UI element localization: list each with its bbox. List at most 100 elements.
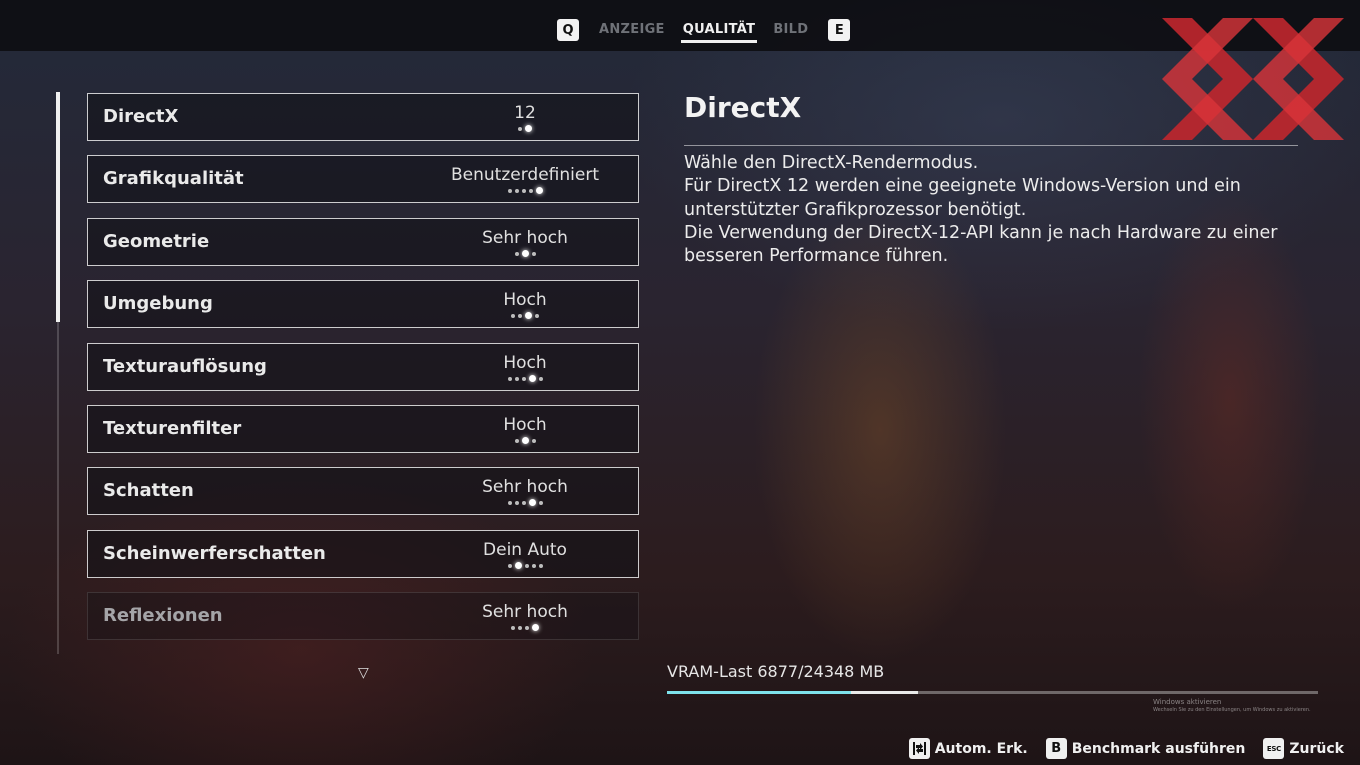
- setting-label: Schatten: [103, 480, 194, 501]
- option-indicator: [375, 250, 675, 257]
- setting-label: Geometrie: [103, 231, 210, 252]
- setting-value[interactable]: Sehr hoch: [375, 477, 675, 497]
- setting-row[interactable]: Geometrie Sehr hoch: [87, 218, 639, 266]
- tab-qualitaet[interactable]: QUALITÄT: [680, 22, 757, 43]
- watermark-title: Windows aktivieren: [1153, 698, 1222, 706]
- tab-anzeige[interactable]: ANZEIGE: [599, 22, 665, 43]
- vram-label: VRAM-Last 6877/24348 MB: [667, 662, 885, 681]
- option-dot-selected: [521, 250, 529, 257]
- vram-usage-fill: [667, 691, 851, 694]
- setting-row[interactable]: Scheinwerferschatten Dein Auto: [87, 530, 639, 578]
- setting-row[interactable]: Schatten Sehr hoch: [87, 467, 639, 515]
- option-dot: [531, 563, 536, 568]
- option-dot: [518, 126, 522, 131]
- option-dot: [514, 188, 519, 193]
- watermark-subtitle: Wechseln Sie zu den Einstellungen, um Wi…: [1153, 707, 1311, 713]
- setting-value[interactable]: Hoch: [375, 353, 675, 373]
- option-dot: [514, 500, 519, 505]
- option-dot-selected: [525, 125, 532, 132]
- setting-row[interactable]: Umgebung Hoch: [87, 280, 639, 328]
- settings-scrollbar-thumb[interactable]: [56, 92, 60, 322]
- next-tab-key[interactable]: E: [828, 19, 851, 41]
- setting-row[interactable]: Grafikqualität Benutzerdefiniert: [87, 155, 639, 203]
- option-dot: [528, 188, 533, 193]
- option-dot-selected: [535, 187, 543, 194]
- setting-value[interactable]: Hoch: [375, 290, 675, 310]
- description-line: unterstützter Grafikprozessor benötigt.: [684, 199, 1027, 220]
- option-dot: [514, 438, 519, 443]
- option-dot: [514, 376, 519, 381]
- setting-row[interactable]: Texturauflösung Hoch: [87, 343, 639, 391]
- setting-value[interactable]: Hoch: [375, 415, 675, 435]
- option-dot: [521, 188, 526, 193]
- option-indicator: [375, 437, 675, 444]
- description-line: Wähle den DirectX-Rendermodus.: [684, 153, 979, 173]
- setting-value[interactable]: 12: [375, 103, 675, 123]
- option-dot: [518, 625, 522, 630]
- option-dot: [524, 563, 529, 568]
- option-indicator: [375, 499, 675, 506]
- option-dot: [538, 500, 543, 505]
- back-button[interactable]: ESC Zurück: [1263, 738, 1344, 759]
- option-dot-selected: [528, 375, 536, 382]
- b-key-icon: B: [1045, 738, 1067, 759]
- prev-tab-key[interactable]: Q: [557, 19, 579, 41]
- option-dot: [535, 313, 539, 318]
- setting-label: Umgebung: [103, 293, 213, 314]
- esc-key-icon: ESC: [1263, 738, 1285, 759]
- auto-detect-button[interactable]: Autom. Erk.: [908, 738, 1028, 759]
- option-dot-selected: [525, 312, 532, 319]
- benchmark-label: Benchmark ausführen: [1071, 740, 1246, 757]
- option-dot: [507, 563, 512, 568]
- description-text: Wähle den DirectX-Rendermodus. Für Direc…: [684, 152, 1284, 268]
- option-dot-selected: [521, 437, 529, 444]
- option-indicator: [375, 624, 675, 631]
- setting-row[interactable]: DirectX 12: [87, 93, 639, 141]
- settings-tabs: Q ANZEIGE QUALITÄT BILD E: [557, 19, 851, 45]
- option-dot: [538, 563, 543, 568]
- description-divider: [684, 145, 1298, 146]
- option-dot: [511, 313, 515, 318]
- xx-logo: [1162, 18, 1344, 140]
- option-indicator: [375, 375, 675, 382]
- setting-label: DirectX: [103, 106, 179, 127]
- option-indicator: [375, 562, 675, 569]
- description-line: Die Verwendung der DirectX-12-API kann j…: [684, 222, 1278, 243]
- setting-value[interactable]: Benutzerdefiniert: [375, 165, 675, 185]
- option-indicator: [375, 187, 675, 194]
- option-dot: [538, 376, 543, 381]
- benchmark-button[interactable]: B Benchmark ausführen: [1045, 738, 1246, 759]
- setting-value[interactable]: Dein Auto: [375, 540, 675, 560]
- setting-label: Grafikqualität: [103, 168, 244, 189]
- auto-detect-icon: [908, 738, 930, 759]
- back-label: Zurück: [1289, 740, 1344, 757]
- setting-value[interactable]: Sehr hoch: [375, 228, 675, 248]
- option-dot: [507, 188, 512, 193]
- option-dot-selected: [528, 499, 536, 506]
- footer-actions: Autom. Erk. B Benchmark ausführen ESC Zu…: [891, 738, 1344, 759]
- tab-bild[interactable]: BILD: [773, 22, 808, 43]
- vram-usage-bar: [667, 691, 1318, 694]
- option-dot: [525, 625, 529, 630]
- windows-activation-watermark: Windows aktivieren Wechseln Sie zu den E…: [1153, 698, 1311, 714]
- option-dot: [511, 625, 515, 630]
- option-dot-selected: [514, 562, 522, 569]
- auto-detect-label: Autom. Erk.: [934, 740, 1028, 757]
- setting-label: Texturenfilter: [103, 418, 242, 439]
- setting-value[interactable]: Sehr hoch: [375, 602, 675, 622]
- description-title: DirectX: [684, 91, 802, 124]
- option-dot: [521, 500, 526, 505]
- setting-row[interactable]: Texturenfilter Hoch: [87, 405, 639, 453]
- option-indicator: [375, 312, 675, 319]
- option-indicator: [375, 125, 675, 132]
- triangle-down-icon[interactable]: ▽: [358, 665, 369, 681]
- setting-label: Reflexionen: [103, 605, 223, 626]
- option-dot: [514, 251, 519, 256]
- setting-label: Texturauflösung: [103, 356, 267, 377]
- option-dot: [507, 376, 512, 381]
- option-dot: [521, 376, 526, 381]
- setting-row[interactable]: Reflexionen Sehr hoch: [87, 592, 639, 640]
- option-dot: [507, 500, 512, 505]
- description-line: Für DirectX 12 werden eine geeignete Win…: [684, 176, 1241, 197]
- option-dot: [531, 251, 536, 256]
